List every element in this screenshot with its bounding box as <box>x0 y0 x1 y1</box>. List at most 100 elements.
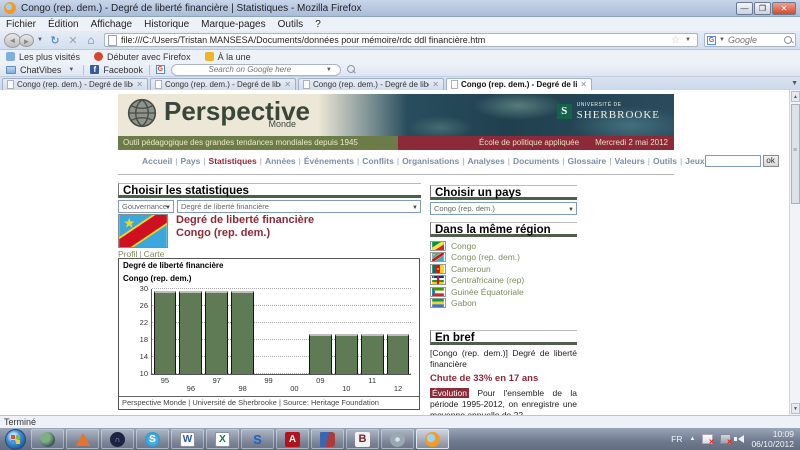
nav-annees[interactable]: Années <box>257 156 296 166</box>
menu-aide[interactable]: ? <box>315 19 321 30</box>
bookmark-headlines[interactable]: À la une <box>205 52 251 62</box>
scroll-up-icon[interactable]: ▲ <box>791 91 800 102</box>
language-indicator[interactable]: FR <box>671 434 682 444</box>
taskbar-firefox[interactable] <box>416 429 449 449</box>
region-item-centrafricaine[interactable]: Centrafricaine (rep) <box>430 275 590 287</box>
addon-search-bar[interactable]: ▼ <box>171 64 341 76</box>
close-button[interactable]: ✕ <box>772 2 796 15</box>
region-item-cameroun[interactable]: Cameroun <box>430 263 590 275</box>
taskbar-word[interactable]: W <box>171 429 204 449</box>
scroll-down-icon[interactable]: ▼ <box>791 403 800 414</box>
start-orb-icon[interactable] <box>5 429 26 450</box>
nav-valeurs[interactable]: Valeurs <box>606 156 644 166</box>
taskbar-book[interactable] <box>311 429 344 449</box>
nav-organisations[interactable]: Organisations <box>394 156 459 166</box>
statistic-select[interactable]: Degré de liberté financière <box>177 200 421 213</box>
menu-historique[interactable]: Historique <box>144 19 189 30</box>
vertical-scrollbar[interactable]: ▲ ▼ <box>789 90 800 415</box>
tray-expand-icon[interactable]: ▲ <box>690 436 696 442</box>
taskbar-browser-globe[interactable] <box>31 429 64 449</box>
facebook-button[interactable]: f Facebook <box>90 65 143 75</box>
forward-button[interactable]: ► <box>19 34 34 47</box>
addon-search-magnifier-icon[interactable] <box>347 65 356 74</box>
scrollbar-thumb[interactable] <box>791 104 800 204</box>
region-item-guinee-equatoriale[interactable]: Guinée Équatoriale <box>430 286 590 298</box>
volume-icon[interactable] <box>738 435 744 443</box>
reload-icon[interactable]: ↻ <box>47 34 63 47</box>
clock[interactable]: 10:09 06/10/2012 <box>751 429 794 449</box>
nav-outils[interactable]: Outils <box>645 156 677 166</box>
chart-title: Degré de liberté financière <box>123 261 223 270</box>
nav-pays[interactable]: Pays <box>172 156 200 166</box>
history-dropdown-icon[interactable]: ▼ <box>34 37 46 43</box>
tab-4-active[interactable]: Congo (rep. dem.) - Degré de libe... ✕ <box>446 78 592 90</box>
action-center-icon[interactable] <box>702 434 713 444</box>
nav-accueil[interactable]: Accueil <box>142 156 172 166</box>
site-search-input[interactable] <box>705 155 761 167</box>
home-icon[interactable]: ⌂ <box>83 33 99 47</box>
nav-analyses[interactable]: Analyses <box>459 156 505 166</box>
site-search-ok-button[interactable]: ok <box>763 155 779 167</box>
nav-conflits[interactable]: Conflits <box>354 156 394 166</box>
chart-y-tick: 10 <box>124 369 148 378</box>
chatvibes-button[interactable]: ChatVibes ▼ <box>6 65 77 75</box>
url-input[interactable] <box>121 35 669 45</box>
addon-search-input[interactable] <box>177 65 323 74</box>
url-dropdown-icon[interactable]: ▼ <box>682 37 694 43</box>
taskbar-disc[interactable] <box>381 429 414 449</box>
tab-list-dropdown-icon[interactable]: ▼ <box>791 80 798 87</box>
region-country-list: Congo Congo (rep. dem.) <box>430 240 590 309</box>
menu-marque-pages[interactable]: Marque-pages <box>201 19 265 30</box>
bookmark-label: À la une <box>218 52 251 62</box>
nav-statistiques[interactable]: Statistiques <box>200 156 256 166</box>
tab-2[interactable]: Congo (rep. dem.) - Degré de libert... ✕ <box>150 78 296 90</box>
taskbar-b-app[interactable]: B <box>346 429 379 449</box>
google-toolbar-icon[interactable]: G <box>156 65 165 74</box>
search-magnifier-icon[interactable] <box>784 36 793 45</box>
bookmark-star-icon[interactable]: ☆ <box>669 35 682 46</box>
region-item-gabon[interactable]: Gabon <box>430 298 590 310</box>
university-logo[interactable]: S UNIVERSITÉ DE SHERBROOKE <box>557 102 660 121</box>
chatvibes-dropdown-icon[interactable]: ▼ <box>65 67 77 73</box>
menu-edition[interactable]: Édition <box>48 19 79 30</box>
stat-name: Degré de liberté financière <box>176 214 314 227</box>
taskbar-skype[interactable]: S <box>136 429 169 449</box>
region-item-congo-rdc[interactable]: Congo (rep. dem.) <box>430 252 590 264</box>
addon-search-dropdown-icon[interactable]: ▼ <box>323 67 335 73</box>
taskbar-headphones[interactable]: ∩ <box>101 429 134 449</box>
url-bar[interactable]: ☆ ▼ <box>104 33 698 47</box>
nav-jeux[interactable]: Jeux <box>677 156 705 166</box>
tab-close-icon[interactable]: ✕ <box>284 80 291 89</box>
nav-evenements[interactable]: Événements <box>296 156 354 166</box>
restore-button[interactable]: ❐ <box>754 2 771 15</box>
taskbar-vlc[interactable] <box>66 429 99 449</box>
menu-outils[interactable]: Outils <box>278 19 304 30</box>
taskbar-adobe[interactable]: A <box>276 429 309 449</box>
tab-3[interactable]: Congo (rep. dem.) - Degré de libert... ✕ <box>298 78 444 90</box>
network-icon[interactable] <box>720 434 731 444</box>
country-select[interactable]: Congo (rep. dem.) <box>430 202 577 215</box>
search-engine-dropdown-icon[interactable]: ▼ <box>716 37 728 43</box>
tab-close-icon[interactable]: ✕ <box>136 80 143 89</box>
tab-1[interactable]: Congo (rep. dem.) - Degré de libert... ✕ <box>2 78 148 90</box>
search-input[interactable] <box>728 35 784 45</box>
taskbar-sync[interactable]: S <box>241 429 274 449</box>
menu-fichier[interactable]: Fichier <box>6 19 36 30</box>
category-select[interactable]: Gouvernance <box>118 200 174 213</box>
drc-flag[interactable] <box>118 214 168 248</box>
chart-y-tick: 14 <box>124 352 148 361</box>
menu-affichage[interactable]: Affichage <box>91 19 133 30</box>
bookmark-getting-started[interactable]: Débuter avec Firefox <box>94 52 191 62</box>
site-logo[interactable]: Perspective Monde <box>126 96 310 129</box>
search-bar[interactable]: G ▼ <box>704 33 796 47</box>
bookmark-most-visited[interactable]: Les plus visités <box>6 52 80 62</box>
region-item-congo[interactable]: Congo <box>430 240 590 252</box>
tab-close-icon[interactable]: ✕ <box>580 80 587 89</box>
taskbar-excel[interactable]: X <box>206 429 239 449</box>
minimize-button[interactable]: — <box>736 2 753 15</box>
stop-icon[interactable]: ✕ <box>65 34 81 47</box>
nav-documents[interactable]: Documents <box>505 156 560 166</box>
nav-glossaire[interactable]: Glossaire <box>559 156 606 166</box>
system-tray: FR ▲ 10:09 06/10/2012 <box>671 429 800 449</box>
tab-close-icon[interactable]: ✕ <box>432 80 439 89</box>
